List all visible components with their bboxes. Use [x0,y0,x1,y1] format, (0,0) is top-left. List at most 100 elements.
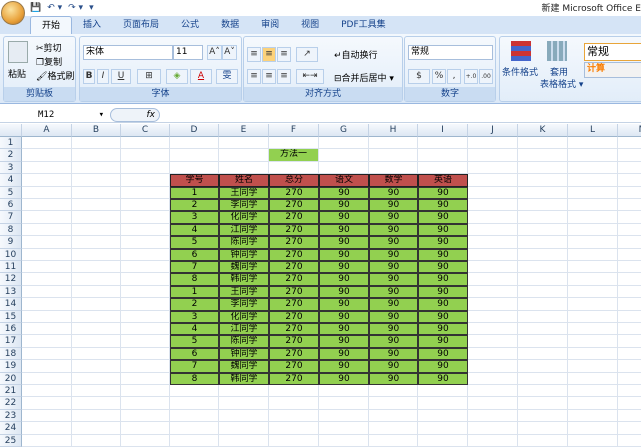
cell[interactable] [170,149,219,162]
data-cell[interactable]: 化同学 [219,211,269,224]
cell[interactable] [568,273,618,286]
table-format-button[interactable]: 表格格式 ▾ [540,77,583,90]
data-cell[interactable]: 90 [418,236,468,249]
cell[interactable] [72,248,121,261]
row-header-2[interactable]: 2 [0,149,22,162]
cell[interactable] [72,285,121,299]
data-cell[interactable]: 王同学 [219,285,269,299]
cell[interactable] [468,347,518,361]
cell[interactable] [568,174,618,187]
cell[interactable] [618,286,641,299]
cell[interactable] [468,335,518,348]
cell[interactable] [121,199,170,212]
cell[interactable] [568,310,618,323]
cell[interactable] [170,434,219,447]
cell[interactable] [518,422,568,435]
column-header-H[interactable]: H [369,124,418,137]
cell[interactable] [22,372,72,385]
cell[interactable] [170,422,219,435]
cell[interactable] [568,397,618,410]
cell[interactable] [568,161,618,175]
header-cell[interactable]: 总分 [269,174,319,187]
cell[interactable] [418,422,468,435]
data-cell[interactable]: 90 [418,273,468,286]
cell[interactable] [618,236,641,249]
cell[interactable] [170,385,219,398]
cell[interactable] [468,186,518,199]
comma-button[interactable]: , [447,69,461,84]
border-button[interactable]: ⊞ [137,69,161,84]
row-header-14[interactable]: 14 [0,298,22,311]
cell[interactable] [518,434,568,447]
cell[interactable] [468,211,518,224]
cell[interactable] [518,211,568,224]
cell[interactable] [72,335,121,348]
data-cell[interactable]: 270 [269,347,319,361]
cell[interactable] [72,137,121,150]
row-header-12[interactable]: 12 [0,273,22,286]
column-header-B[interactable]: B [72,124,121,137]
data-cell[interactable]: 90 [418,298,468,311]
data-cell[interactable]: 4 [170,323,219,336]
cell[interactable] [468,261,518,274]
shrink-font-button[interactable]: A˅ [222,45,237,60]
data-cell[interactable]: 90 [369,236,418,249]
header-cell[interactable]: 数学 [369,174,418,187]
cell[interactable] [269,397,319,410]
cell[interactable] [319,161,369,175]
copy-button[interactable]: ❐复制 [36,55,62,68]
increase-decimal-button[interactable]: +.0 [464,69,478,84]
cell[interactable] [468,248,518,261]
data-cell[interactable]: 90 [418,360,468,373]
data-cell[interactable]: 90 [418,310,468,323]
cell[interactable] [518,335,568,348]
currency-icon[interactable]: $ [408,69,430,84]
data-cell[interactable]: 270 [269,360,319,373]
cell[interactable] [22,335,72,348]
data-cell[interactable]: 魏同学 [219,261,269,274]
cell[interactable] [22,186,72,199]
row-header-13[interactable]: 13 [0,285,22,299]
cell[interactable] [568,223,618,237]
cell[interactable] [618,149,641,162]
cell[interactable] [618,261,641,274]
cell[interactable] [22,161,72,175]
row-header-7[interactable]: 7 [0,211,22,224]
data-cell[interactable]: 270 [269,372,319,385]
data-cell[interactable]: 90 [418,211,468,224]
data-cell[interactable]: 270 [269,285,319,299]
grow-font-button[interactable]: A˄ [207,45,222,60]
cell[interactable] [369,161,418,175]
cell[interactable] [618,273,641,286]
data-cell[interactable]: 270 [269,211,319,224]
column-header-J[interactable]: J [468,124,518,137]
cell[interactable] [369,409,418,423]
data-cell[interactable]: 90 [319,298,369,311]
cell[interactable] [72,199,121,212]
data-cell[interactable]: 7 [170,360,219,373]
cell[interactable] [468,360,518,373]
cell[interactable] [22,347,72,361]
data-cell[interactable]: 化同学 [219,310,269,323]
cell[interactable] [618,162,641,175]
cell[interactable] [219,409,269,423]
cell[interactable] [369,149,418,162]
cell[interactable] [121,310,170,323]
data-cell[interactable]: 90 [369,273,418,286]
cell[interactable] [121,347,170,361]
phonetic-button[interactable]: 雯 [216,69,238,84]
data-cell[interactable]: 90 [369,298,418,311]
align-center-icon[interactable]: ≡ [262,69,276,84]
row-header-1[interactable]: 1 [0,137,22,150]
cell[interactable] [418,434,468,447]
cell[interactable] [518,323,568,336]
cell[interactable] [22,223,72,237]
header-cell[interactable]: 语文 [319,174,369,187]
tab-6[interactable]: 视图 [290,16,330,34]
redo-icon[interactable]: ↷ ▾ [68,3,83,13]
cell[interactable] [269,434,319,447]
row-header-3[interactable]: 3 [0,161,22,175]
cell[interactable] [72,409,121,423]
cell[interactable] [618,311,641,323]
formula-input[interactable] [162,108,641,122]
